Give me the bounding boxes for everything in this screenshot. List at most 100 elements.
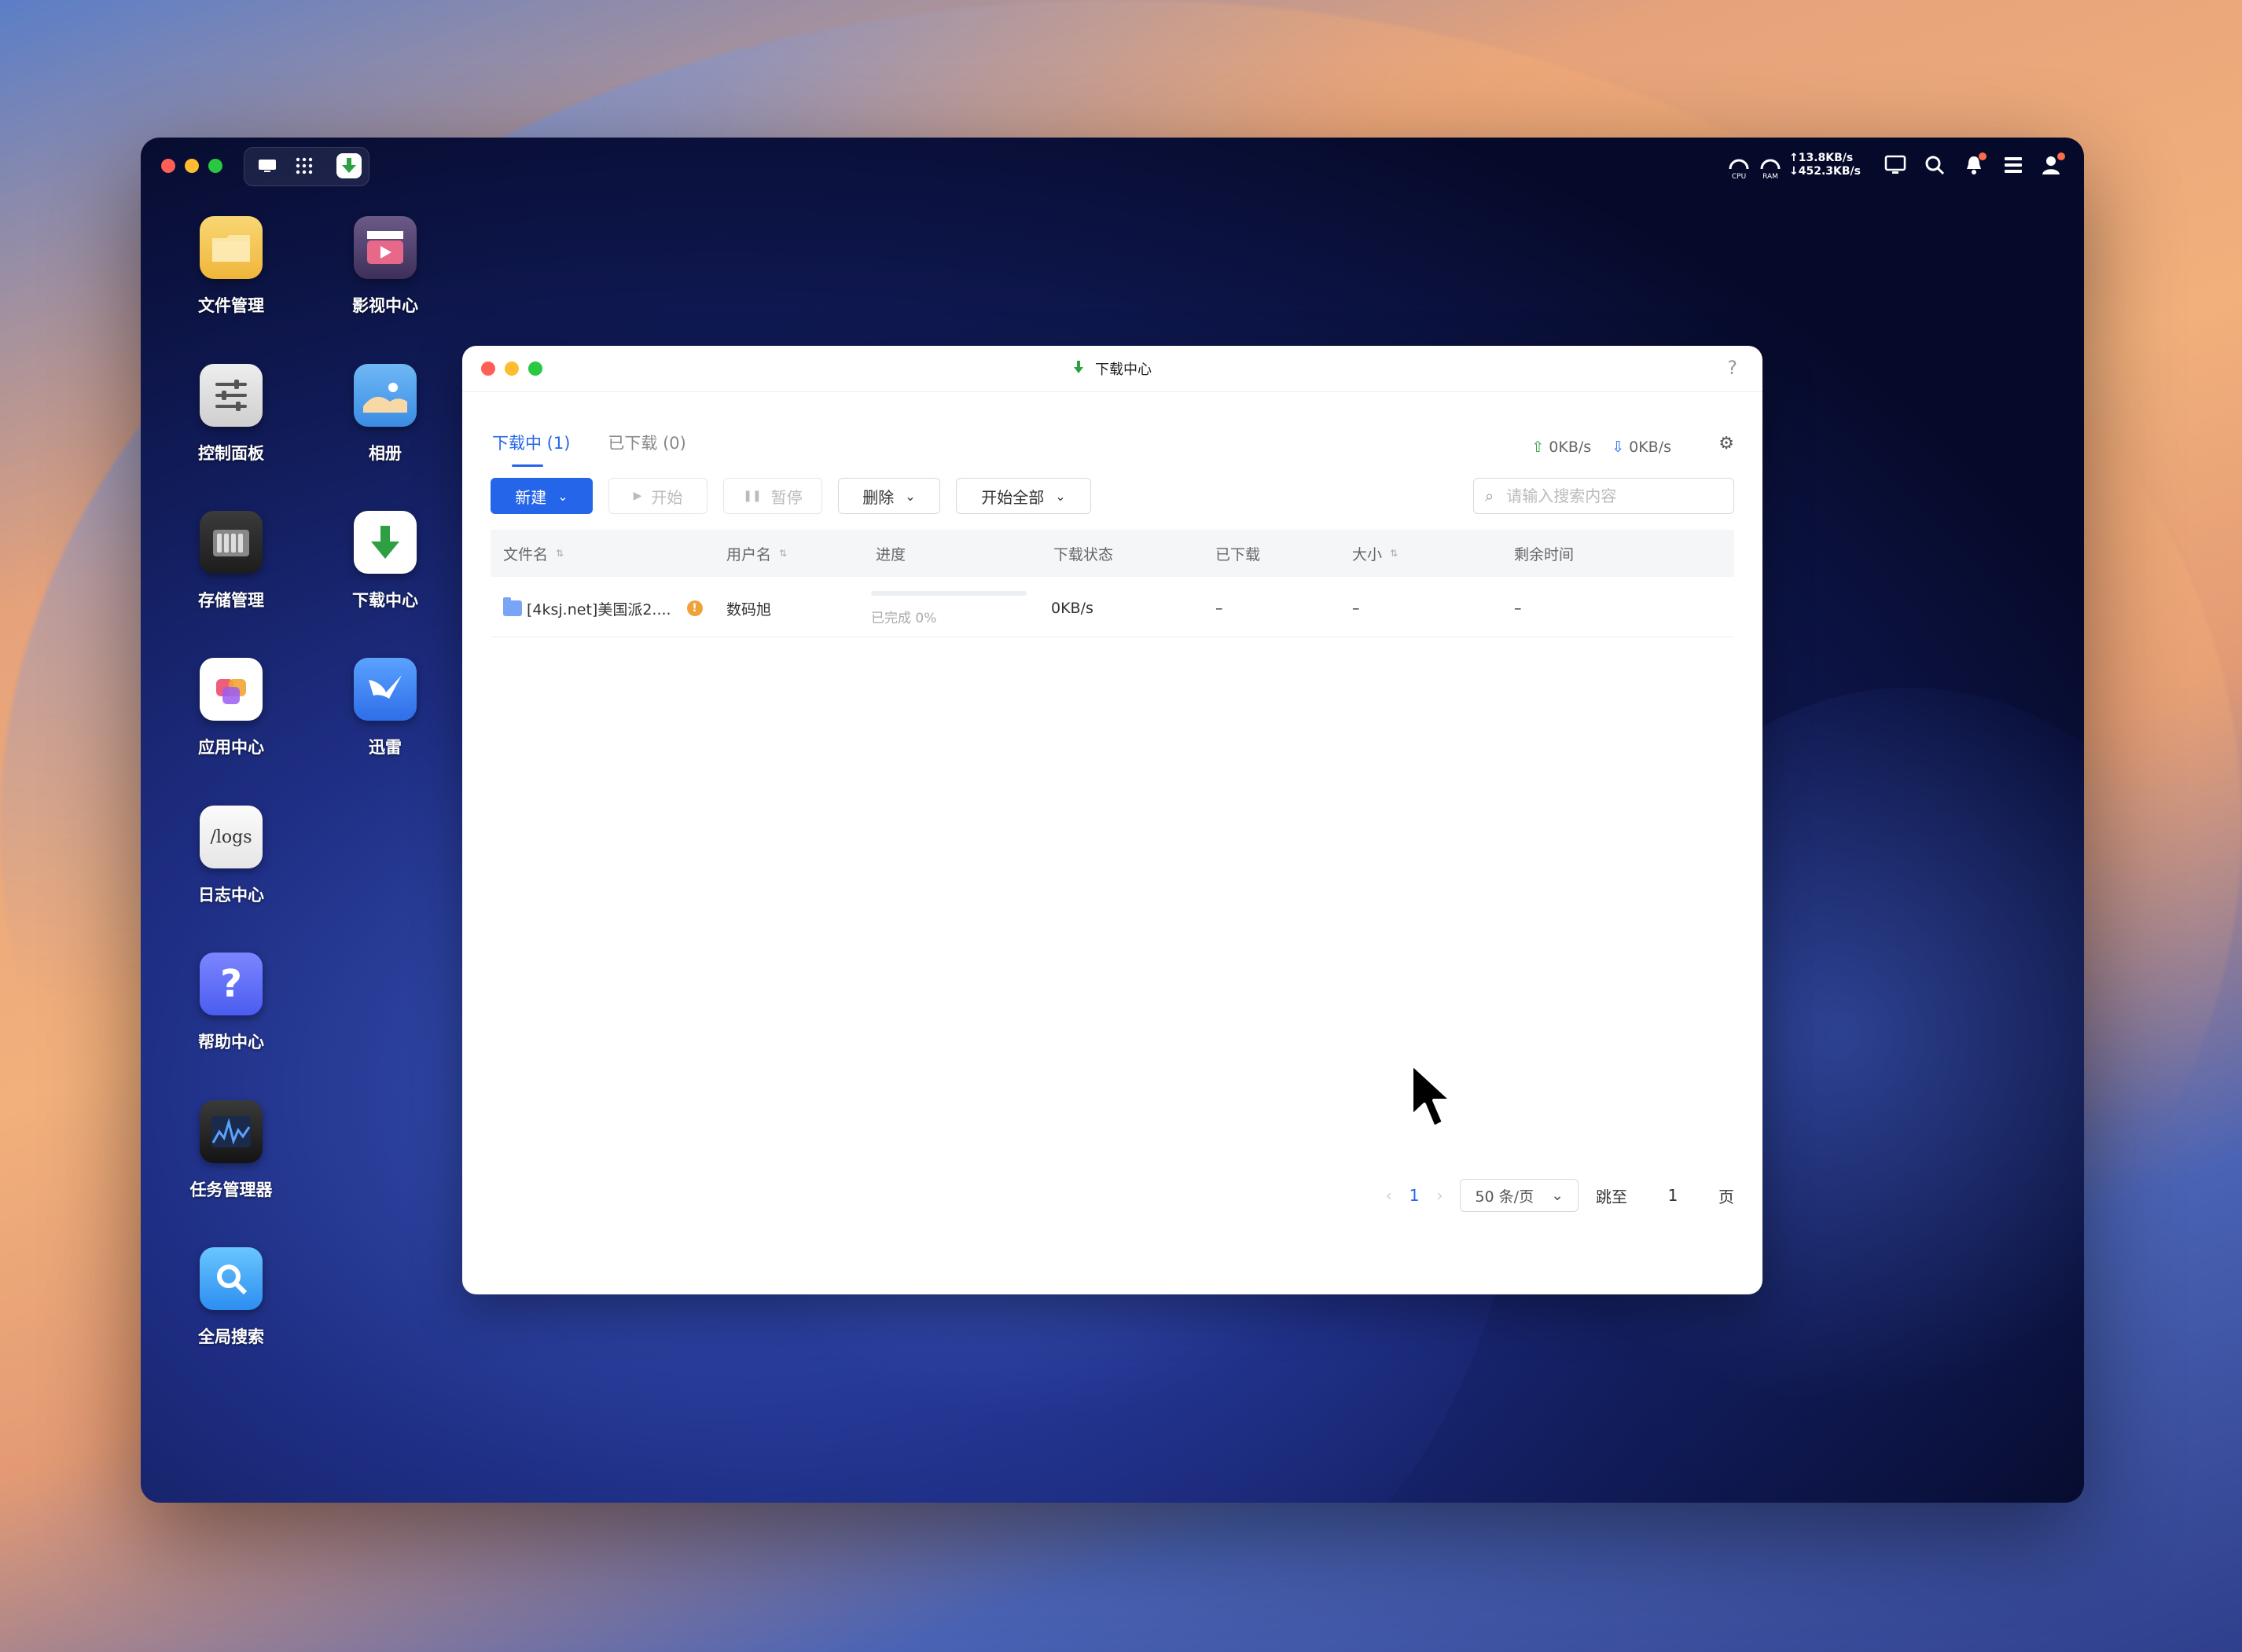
column-label: 大小 bbox=[1352, 545, 1383, 564]
cpu-gauge-icon[interactable]: CPU bbox=[1723, 149, 1755, 181]
page-suffix: 页 bbox=[1718, 1187, 1734, 1206]
start-all-label: 开始全部 bbox=[981, 487, 1045, 507]
system-tray: CPU RAM ↑13.8KB/s ↓452.3KB/s bbox=[1723, 149, 2068, 182]
prev-page-button[interactable]: ‹ bbox=[1386, 1186, 1392, 1205]
column-label: 已下载 bbox=[1215, 545, 1261, 564]
column-size[interactable]: 大小 ⇅ bbox=[1352, 530, 1398, 577]
column-label: 用户名 bbox=[726, 545, 772, 564]
column-label: 下载状态 bbox=[1053, 545, 1114, 564]
photo-icon bbox=[354, 364, 417, 427]
desktop-icon-file-manager[interactable]: 文件管理 bbox=[164, 216, 298, 317]
status-text: 0KB/s bbox=[1051, 600, 1093, 617]
cell-status: 0KB/s bbox=[1051, 580, 1093, 637]
user-text: 数码旭 bbox=[726, 600, 772, 619]
desktop-icon-app-center[interactable]: 应用中心 bbox=[164, 658, 298, 758]
next-page-button[interactable]: › bbox=[1436, 1186, 1443, 1205]
window-titlebar: 下载中心 ? bbox=[462, 346, 1762, 392]
cell-user: 数码旭 bbox=[726, 580, 771, 637]
download-arrow-icon bbox=[1073, 360, 1084, 378]
column-username[interactable]: 用户名 ⇅ bbox=[726, 530, 787, 577]
page-size-value: 50 条/页 bbox=[1475, 1188, 1534, 1206]
search-box: ⌕ bbox=[1473, 478, 1734, 514]
start-button[interactable]: ▶ 开始 bbox=[608, 478, 708, 514]
search-input[interactable] bbox=[1505, 486, 1689, 506]
ram-label: RAM bbox=[1762, 173, 1778, 181]
sort-icon[interactable]: ⇅ bbox=[1390, 549, 1398, 558]
column-label: 文件名 bbox=[503, 545, 549, 564]
apps-icon bbox=[200, 658, 263, 721]
chevron-down-icon: ⌄ bbox=[1551, 1187, 1564, 1204]
settings-gear-icon[interactable]: ⚙ bbox=[1718, 434, 1734, 453]
tab-downloaded[interactable]: 已下载 (0) bbox=[608, 431, 685, 467]
remaining-text: – bbox=[1514, 600, 1522, 617]
pause-button[interactable]: ❚❚ 暂停 bbox=[723, 478, 822, 514]
download-speed: ⇩ 0KB/s bbox=[1612, 439, 1671, 456]
minimize-dot[interactable] bbox=[185, 159, 199, 173]
jump-label: 跳至 bbox=[1596, 1187, 1627, 1206]
desktop-icon-log-center[interactable]: /logs 日志中心 bbox=[164, 806, 298, 906]
current-page[interactable]: 1 bbox=[1410, 1186, 1420, 1205]
desktop-icon-label: 相册 bbox=[369, 444, 402, 463]
warning-icon[interactable]: ! bbox=[686, 600, 703, 616]
net-down-value: 452.3KB/s bbox=[1798, 165, 1861, 178]
download-speed-value: 0KB/s bbox=[1629, 439, 1671, 456]
search-icon[interactable] bbox=[1919, 149, 1950, 181]
upload-arrow-icon: ↑ bbox=[1789, 152, 1799, 164]
cell-progress: 已完成 0% bbox=[871, 591, 1027, 626]
desktop-icon-storage[interactable]: 存储管理 bbox=[164, 511, 298, 611]
user-badge bbox=[2057, 152, 2065, 160]
size-text: – bbox=[1352, 600, 1360, 617]
desktop-icon[interactable] bbox=[255, 153, 280, 178]
table-row[interactable]: [4ksj.net]美国派2.... ! 数码旭 已完成 0% 0KB/s – … bbox=[491, 580, 1734, 637]
sort-icon[interactable]: ⇅ bbox=[556, 549, 564, 558]
ram-gauge-icon[interactable]: RAM bbox=[1755, 149, 1786, 181]
upload-icon: ⇧ bbox=[1531, 439, 1545, 456]
tab-downloading[interactable]: 下载中 (1) bbox=[492, 431, 570, 467]
task-list-icon[interactable] bbox=[1998, 149, 2029, 181]
page-size-select[interactable]: 50 条/页 ⌄ bbox=[1460, 1179, 1579, 1212]
column-filename[interactable]: 文件名 ⇅ bbox=[503, 530, 564, 577]
desktop-icon-task-manager[interactable]: 任务管理器 bbox=[164, 1100, 298, 1201]
folder-icon bbox=[200, 216, 263, 279]
cell-downloaded: – bbox=[1215, 580, 1223, 637]
desktop-icon-control-panel[interactable]: 控制面板 bbox=[164, 364, 298, 464]
column-progress: 进度 bbox=[876, 530, 906, 577]
pagination: ‹ 1 › 50 条/页 ⌄ 跳至 1 页 bbox=[1386, 1179, 1734, 1212]
new-task-button[interactable]: 新建 ⌄ bbox=[491, 478, 593, 514]
delete-button[interactable]: 删除 ⌄ bbox=[838, 478, 940, 514]
progress-bar bbox=[871, 591, 1027, 596]
thunder-icon bbox=[354, 658, 417, 721]
user-account-icon[interactable] bbox=[2037, 149, 2068, 181]
desktop-icon-label: 存储管理 bbox=[198, 591, 264, 610]
cell-remaining: – bbox=[1514, 580, 1522, 637]
pause-label: 暂停 bbox=[770, 487, 803, 507]
window-title: 下载中心 bbox=[462, 346, 1762, 391]
desktop-icon-album[interactable]: 相册 bbox=[318, 364, 452, 464]
logs-tile-text: /logs bbox=[210, 827, 252, 847]
desktop-icon-video-center[interactable]: 影视中心 bbox=[318, 216, 452, 317]
desktop-icon-label: 日志中心 bbox=[198, 886, 264, 905]
desktop-icon-label: 任务管理器 bbox=[189, 1180, 273, 1199]
desktop-icon-download-center[interactable]: 下载中心 bbox=[318, 511, 452, 611]
app-grid-icon[interactable] bbox=[292, 153, 317, 178]
desktop-icon-help-center[interactable]: ? 帮助中心 bbox=[164, 953, 298, 1053]
jump-input[interactable]: 1 bbox=[1645, 1186, 1701, 1205]
sliders-icon bbox=[200, 364, 263, 427]
notification-bell-icon[interactable] bbox=[1958, 149, 1990, 181]
help-icon: ? bbox=[200, 953, 263, 1015]
start-all-button[interactable]: 开始全部 ⌄ bbox=[956, 478, 1091, 514]
close-dot[interactable] bbox=[161, 159, 175, 173]
logs-icon: /logs bbox=[200, 806, 263, 868]
sort-icon[interactable]: ⇅ bbox=[779, 549, 787, 558]
desktop-icon-label: 控制面板 bbox=[198, 444, 264, 463]
download-center-dock-icon[interactable] bbox=[336, 153, 362, 178]
cell-filename: [4ksj.net]美国派2.... ! bbox=[503, 580, 703, 637]
monitor-icon[interactable] bbox=[1880, 149, 1911, 181]
desktop-icon-thunder[interactable]: 迅雷 bbox=[318, 658, 452, 758]
network-speed[interactable]: ↑13.8KB/s ↓452.3KB/s bbox=[1789, 152, 1861, 178]
cell-size: – bbox=[1352, 580, 1360, 637]
column-remaining: 剩余时间 bbox=[1514, 530, 1574, 577]
desktop-icon-global-search[interactable]: 全局搜索 bbox=[164, 1247, 298, 1348]
maximize-dot[interactable] bbox=[208, 159, 222, 173]
help-button[interactable]: ? bbox=[1727, 357, 1737, 379]
